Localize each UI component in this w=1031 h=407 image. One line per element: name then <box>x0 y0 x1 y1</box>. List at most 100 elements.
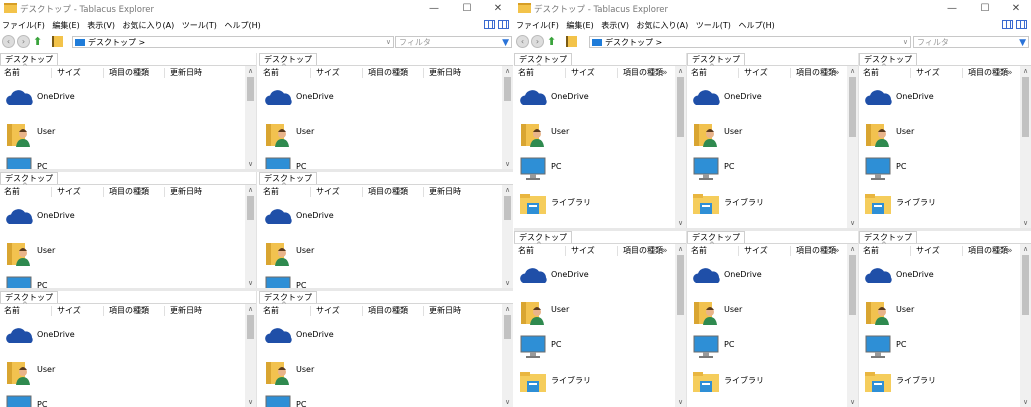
scroll-up-icon[interactable]: ∧ <box>1020 244 1031 254</box>
column-header-2[interactable]: 項目の種類 <box>968 66 1008 80</box>
column-separator[interactable] <box>103 68 104 78</box>
tab-desktop[interactable]: デスクトップ <box>259 172 317 184</box>
scroll-down-icon[interactable]: ∨ <box>675 397 686 407</box>
scroll-down-icon[interactable]: ∨ <box>245 159 256 169</box>
list-item[interactable]: User <box>861 296 1031 328</box>
list-item[interactable]: OneDrive <box>516 261 686 293</box>
column-header-2[interactable]: 項目の種類 <box>368 185 408 199</box>
column-separator[interactable] <box>617 68 618 78</box>
column-header-1[interactable]: サイズ <box>916 244 940 258</box>
maximize-button[interactable]: ☐ <box>972 1 998 16</box>
scroll-up-icon[interactable]: ∧ <box>675 244 686 254</box>
column-header-0[interactable]: 名前 <box>863 244 879 258</box>
list-item[interactable]: OneDrive <box>2 83 172 115</box>
menu-file[interactable]: ファイル(F) <box>2 19 45 33</box>
column-header-2[interactable]: 項目の種類 <box>368 304 408 318</box>
menu-view[interactable]: 表示(V) <box>87 19 115 33</box>
vertical-scrollbar[interactable]: ∧ ∨ <box>245 304 256 407</box>
folder-tree-icon[interactable] <box>52 36 63 47</box>
list-item[interactable]: ライブラリ <box>689 366 858 398</box>
menu-help[interactable]: ヘルプ(H) <box>738 19 774 33</box>
list-item[interactable]: PC <box>861 153 1031 185</box>
up-arrow-icon[interactable]: ⬆ <box>547 35 559 48</box>
list-item[interactable]: User <box>516 296 686 328</box>
tab-desktop[interactable]: デスクトップ <box>859 231 917 243</box>
column-header-2[interactable]: 項目の種類 <box>109 66 149 80</box>
column-separator[interactable] <box>910 246 911 256</box>
tab-desktop[interactable]: デスクトップ <box>859 53 917 65</box>
column-separator[interactable] <box>310 187 311 197</box>
column-header-2[interactable]: 項目の種類 <box>368 66 408 80</box>
scroll-down-icon[interactable]: ∨ <box>245 278 256 288</box>
scroll-up-icon[interactable]: ∧ <box>245 304 256 314</box>
list-item[interactable]: OneDrive <box>689 83 858 115</box>
scroll-thumb[interactable] <box>849 255 856 315</box>
column-header-2[interactable]: 項目の種類 <box>968 244 1008 258</box>
column-header-1[interactable]: サイズ <box>571 66 595 80</box>
column-header-2[interactable]: 項目の種類 <box>796 244 836 258</box>
column-header-1[interactable]: サイズ <box>57 66 81 80</box>
vertical-scrollbar[interactable]: ∧ ∨ <box>1020 66 1031 228</box>
more-columns-icon[interactable]: » <box>834 66 840 80</box>
list-item[interactable]: PC <box>2 272 172 288</box>
column-header-1[interactable]: サイズ <box>916 66 940 80</box>
column-header-1[interactable]: サイズ <box>744 66 768 80</box>
scroll-thumb[interactable] <box>677 77 684 137</box>
column-separator[interactable] <box>423 68 424 78</box>
vertical-scrollbar[interactable]: ∧ ∨ <box>502 66 513 169</box>
column-header-0[interactable]: 名前 <box>4 66 20 80</box>
chevron-down-icon[interactable]: ∨ <box>903 37 908 48</box>
list-item[interactable]: User <box>261 356 431 388</box>
column-header-0[interactable]: 名前 <box>263 304 279 318</box>
menu-edit[interactable]: 編集(E) <box>52 19 79 33</box>
list-item[interactable]: PC <box>261 272 431 288</box>
vertical-scrollbar[interactable]: ∧ ∨ <box>675 244 686 407</box>
vertical-scrollbar[interactable]: ∧ ∨ <box>847 66 858 228</box>
column-separator[interactable] <box>362 306 363 316</box>
column-separator[interactable] <box>51 306 52 316</box>
more-columns-icon[interactable]: » <box>1007 66 1013 80</box>
column-header-1[interactable]: サイズ <box>57 185 81 199</box>
vertical-scrollbar[interactable]: ∧ ∨ <box>847 244 858 407</box>
more-columns-icon[interactable]: » <box>662 66 668 80</box>
address-bar[interactable]: デスクトップ > ∨ <box>589 36 911 48</box>
scroll-thumb[interactable] <box>1022 255 1029 315</box>
column-header-0[interactable]: 名前 <box>691 66 707 80</box>
scroll-down-icon[interactable]: ∨ <box>847 397 858 407</box>
column-header-1[interactable]: サイズ <box>744 244 768 258</box>
column-separator[interactable] <box>790 68 791 78</box>
column-header-2[interactable]: 項目の種類 <box>796 66 836 80</box>
column-separator[interactable] <box>790 246 791 256</box>
filter-input[interactable]: フィルタ ▼ <box>395 36 512 48</box>
scroll-down-icon[interactable]: ∨ <box>675 218 686 228</box>
column-separator[interactable] <box>565 68 566 78</box>
list-item[interactable]: OneDrive <box>861 261 1031 293</box>
tab-desktop[interactable]: デスクトップ <box>687 231 745 243</box>
column-header-3[interactable]: 更新日時 <box>429 66 461 80</box>
list-item[interactable]: User <box>261 118 431 150</box>
column-header-1[interactable]: サイズ <box>57 304 81 318</box>
list-item[interactable]: PC <box>2 153 172 169</box>
list-item[interactable]: PC <box>689 153 858 185</box>
list-item[interactable]: PC <box>261 153 431 169</box>
list-item[interactable]: OneDrive <box>861 83 1031 115</box>
menu-tools[interactable]: ツール(T) <box>182 19 217 33</box>
more-columns-icon[interactable]: » <box>1007 244 1013 258</box>
list-item[interactable]: ライブラリ <box>516 366 686 398</box>
column-separator[interactable] <box>103 187 104 197</box>
list-item[interactable]: OneDrive <box>2 321 172 353</box>
tab-desktop[interactable]: デスクトップ <box>514 231 572 243</box>
list-item[interactable]: PC <box>689 331 858 363</box>
scroll-down-icon[interactable]: ∨ <box>502 159 513 169</box>
menu-file[interactable]: ファイル(F) <box>516 19 559 33</box>
scroll-thumb[interactable] <box>247 315 254 339</box>
scroll-down-icon[interactable]: ∨ <box>847 218 858 228</box>
scroll-up-icon[interactable]: ∧ <box>502 185 513 195</box>
layout-grid-icon[interactable] <box>1002 20 1013 29</box>
list-item[interactable]: PC <box>261 391 431 407</box>
scroll-down-icon[interactable]: ∨ <box>502 278 513 288</box>
list-item[interactable]: PC <box>2 391 172 407</box>
list-item[interactable]: PC <box>861 331 1031 363</box>
list-item[interactable]: OneDrive <box>2 202 172 234</box>
scroll-up-icon[interactable]: ∧ <box>245 66 256 76</box>
